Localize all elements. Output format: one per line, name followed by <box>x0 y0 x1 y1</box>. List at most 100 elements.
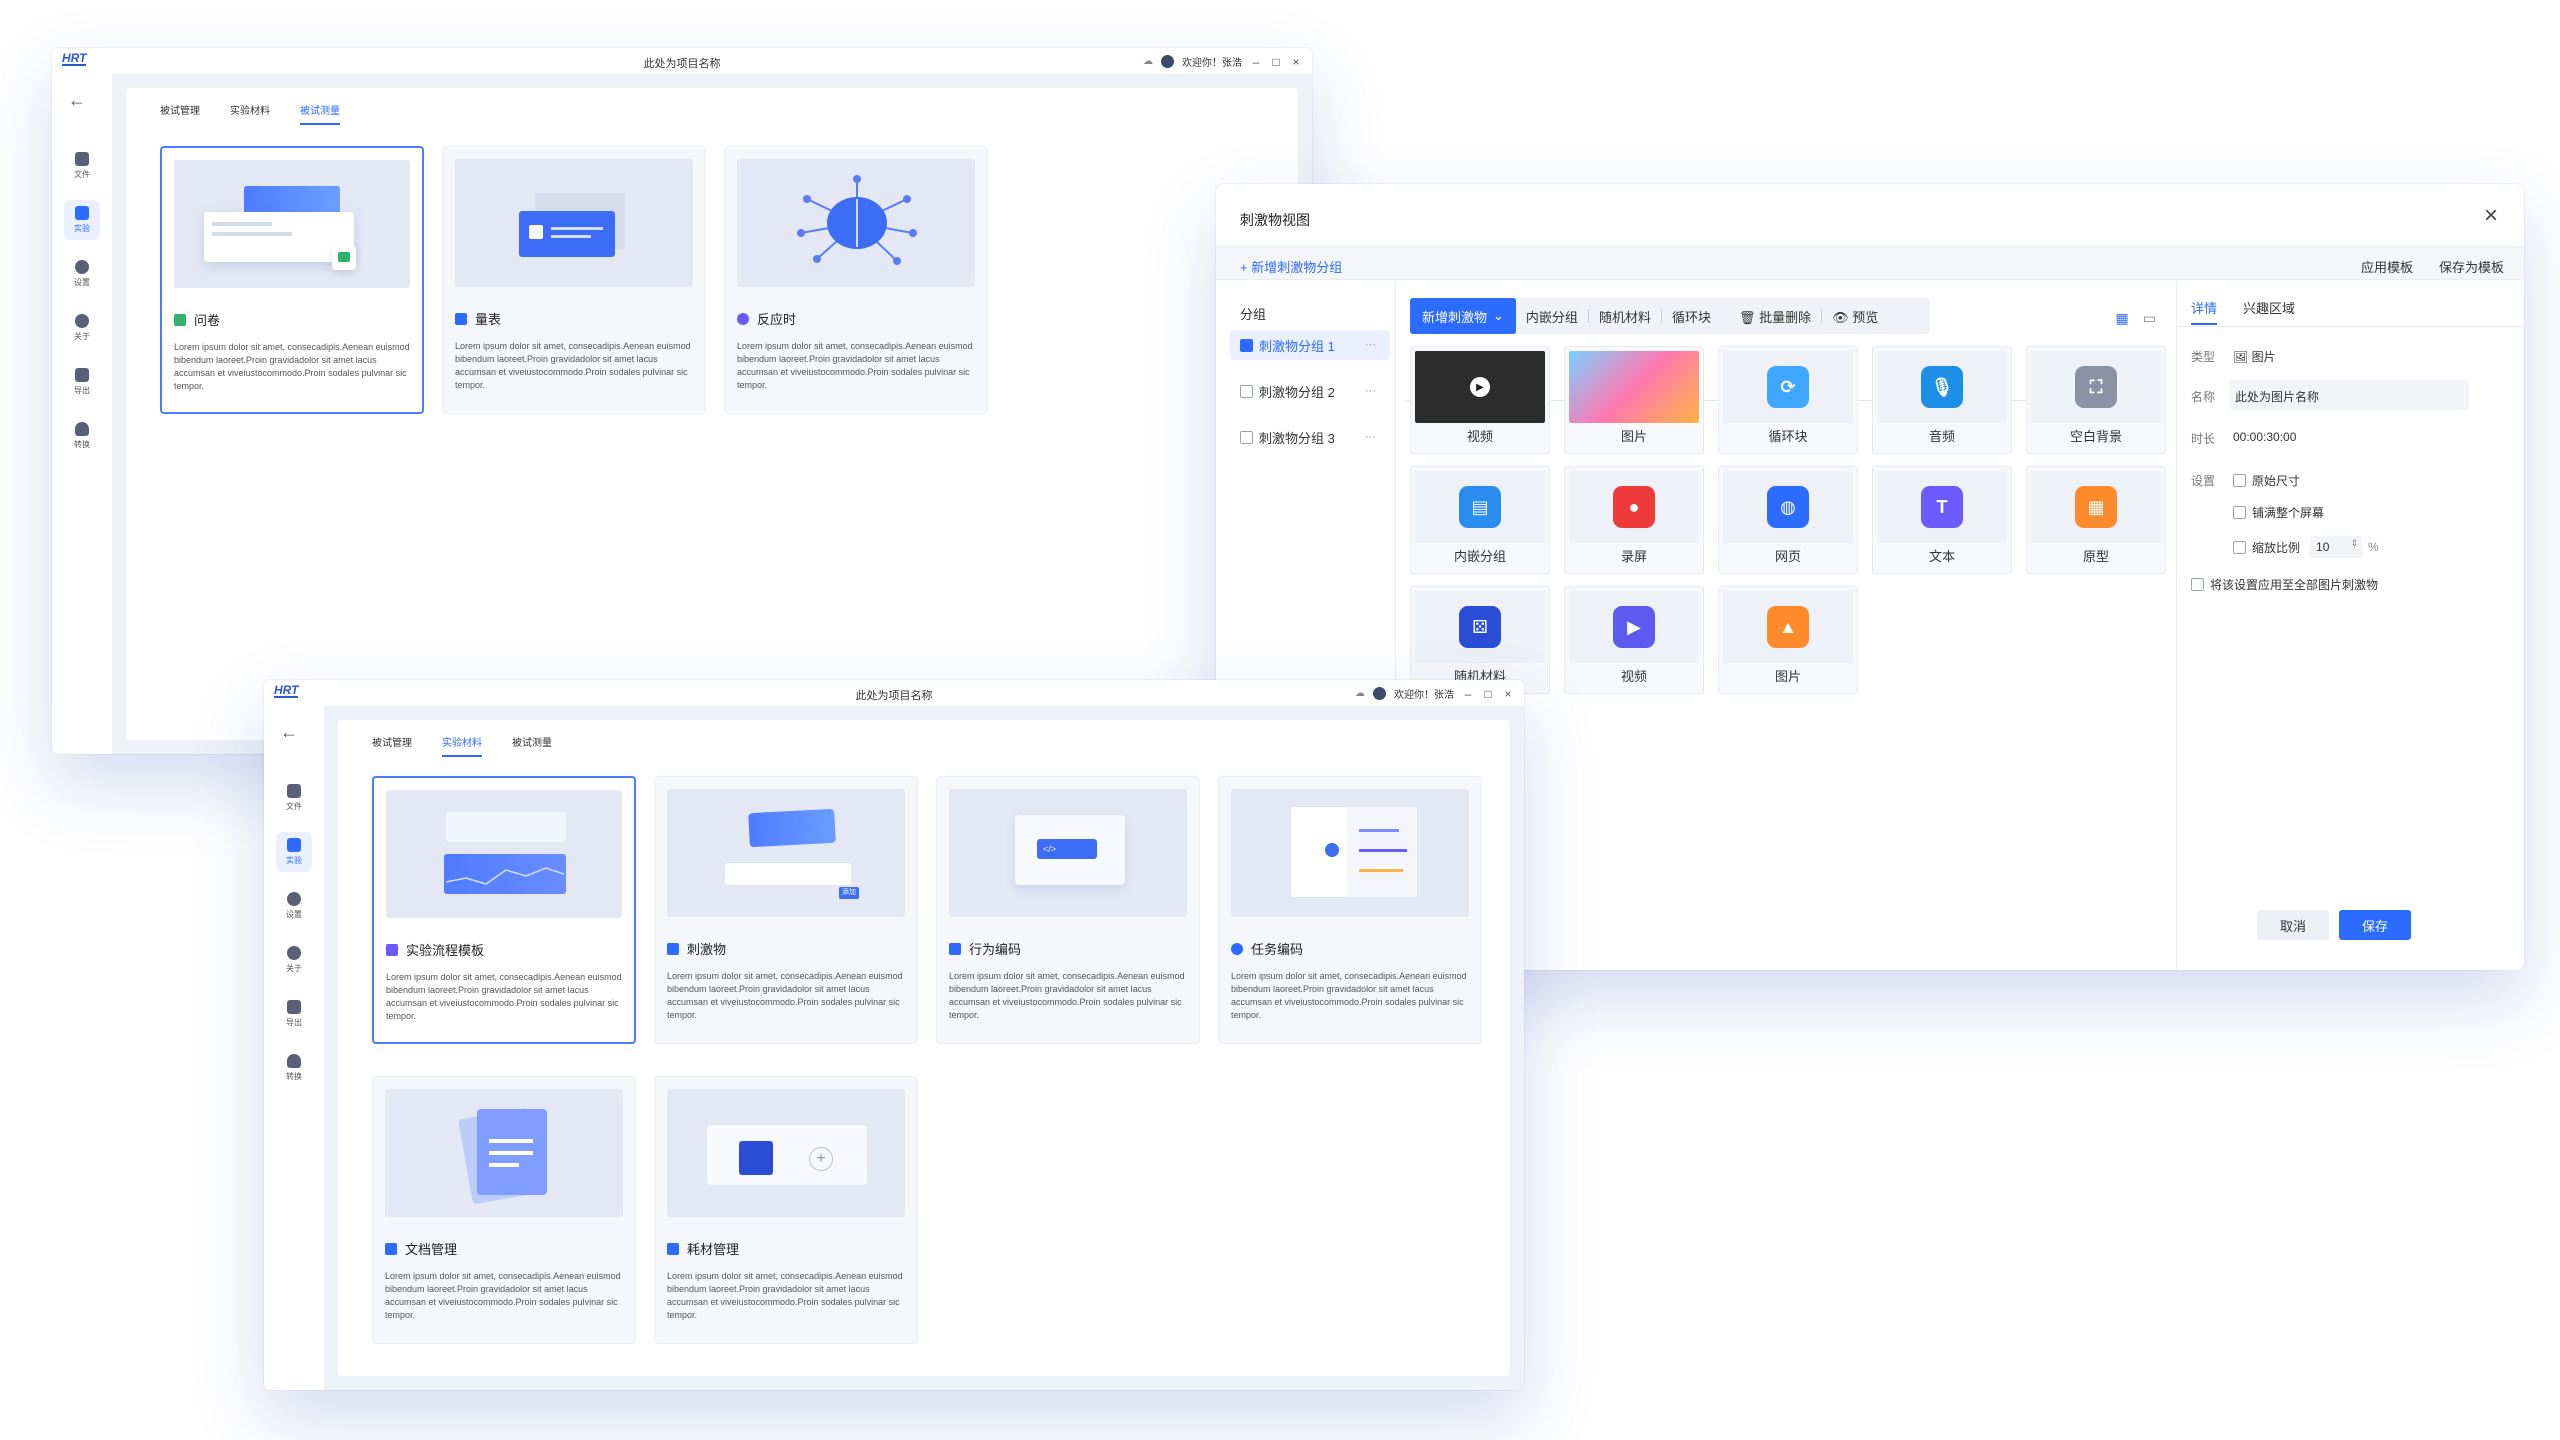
nav-item-convert[interactable]: 转换 <box>64 416 100 456</box>
more-icon[interactable]: ··· <box>1365 339 1376 351</box>
document-illustration <box>385 1089 623 1217</box>
welcome-text: 欢迎你！张浩 <box>1182 58 1242 69</box>
nav-item-export[interactable]: 导出 <box>276 994 312 1034</box>
card-behavior-coding[interactable]: </> 行为编码 Lorem ipsum dolor sit amet, con… <box>936 776 1200 1044</box>
tile-image[interactable]: 图片 <box>1564 346 1704 454</box>
duration-value[interactable]: 00:00:30:00 <box>2233 430 2296 444</box>
close-icon[interactable]: × <box>2484 202 2498 230</box>
option-scale[interactable]: 缩放比例 10 ⇕ % <box>2233 536 2379 558</box>
card-task-coding[interactable]: 任务编码 Lorem ipsum dolor sit amet, conseca… <box>1218 776 1482 1044</box>
card-questionnaire[interactable]: 问卷 Lorem ipsum dolor sit amet, consecadi… <box>160 146 424 414</box>
card-title: 耗材管理 <box>687 1242 740 1257</box>
eye-icon: 👁 <box>1832 309 1849 325</box>
nav-item-experiment[interactable]: 实验 <box>64 200 100 240</box>
close-icon[interactable]: × <box>1502 687 1514 701</box>
tile-webpage[interactable]: ◍ 网页 <box>1718 466 1858 574</box>
tile-prototype[interactable]: ▦ 原型 <box>2026 466 2166 574</box>
tab-experiment-materials[interactable]: 实验材料 <box>230 102 270 125</box>
batch-delete-button[interactable]: 🗑 批量删除 <box>1729 307 1821 326</box>
list-view-icon[interactable]: ▭ <box>2143 310 2156 327</box>
preview-button[interactable]: 👁 预览 <box>1822 307 1888 326</box>
cancel-button[interactable]: 取消 <box>2257 910 2329 940</box>
save-button[interactable]: 保存 <box>2339 910 2411 940</box>
brain-icon <box>797 175 917 265</box>
tile-image[interactable]: ▲ 图片 <box>1718 586 1858 694</box>
card-scale[interactable]: 量表 Lorem ipsum dolor sit amet, consecadi… <box>442 146 706 414</box>
add-group-button[interactable]: + 新增刺激物分组 <box>1240 257 1342 276</box>
back-arrow-icon[interactable]: ← <box>280 722 298 743</box>
home-icon <box>75 152 89 166</box>
nav-item-settings[interactable]: 设置 <box>64 254 100 294</box>
card-consumables-management[interactable]: + 耗材管理 Lorem ipsum dolor sit amet, conse… <box>654 1076 918 1344</box>
cloud-icon[interactable]: ☁ <box>1355 688 1365 699</box>
card-description: Lorem ipsum dolor sit amet, consecadipis… <box>386 972 622 1021</box>
checkbox[interactable] <box>2191 578 2204 591</box>
tile-video[interactable]: ▶ 视频 <box>1410 346 1550 454</box>
minimize-icon[interactable]: – <box>1250 55 1262 69</box>
tab-subject-management[interactable]: 被试管理 <box>372 734 412 757</box>
tile-screen-record[interactable]: ● 录屏 <box>1564 466 1704 574</box>
checkbox[interactable] <box>2233 506 2246 519</box>
checkbox[interactable] <box>2233 474 2246 487</box>
nav-item-settings[interactable]: 设置 <box>276 886 312 926</box>
card-reaction-time[interactable]: 反应时 Lorem ipsum dolor sit amet, consecad… <box>724 146 988 414</box>
card-document-management[interactable]: 文档管理 Lorem ipsum dolor sit amet, conseca… <box>372 1076 636 1344</box>
maximize-icon[interactable]: □ <box>1482 687 1494 701</box>
main-content: 被试管理 实验材料 被试测量 问卷 Lorem ipsum dolor sit … <box>112 74 1312 754</box>
checkbox[interactable] <box>1240 338 1253 352</box>
more-icon[interactable]: ··· <box>1365 385 1376 397</box>
minimize-icon[interactable]: – <box>1462 687 1474 701</box>
tab-subject-measurement[interactable]: 被试测量 <box>300 102 340 125</box>
tile-text[interactable]: T 文本 <box>1872 466 2012 574</box>
group-item[interactable]: 刺激物分组 1 ··· <box>1230 330 1390 360</box>
tile-loop-block[interactable]: ⟳ 循环块 <box>1718 346 1858 454</box>
name-input[interactable]: 此处为图片名称 <box>2229 380 2469 410</box>
add-stimulus-button[interactable]: 新增刺激物 ⌄ <box>1410 298 1516 334</box>
checkbox[interactable] <box>1240 430 1253 444</box>
checkbox[interactable] <box>1240 384 1253 398</box>
avatar[interactable] <box>1161 55 1174 68</box>
maximize-icon[interactable]: □ <box>1270 55 1282 69</box>
group-item[interactable]: 刺激物分组 2 ··· <box>1230 376 1390 406</box>
tab-interest-area[interactable]: 兴趣区域 <box>2243 298 2295 325</box>
option-original-size[interactable]: 原始尺寸 <box>2233 472 2300 489</box>
embed-group-button[interactable]: 内嵌分组 <box>1516 307 1588 326</box>
tab-subject-measurement[interactable]: 被试测量 <box>512 734 552 757</box>
nav-item-convert[interactable]: 转换 <box>276 1048 312 1088</box>
loop-block-button[interactable]: 循环块 <box>1662 307 1721 326</box>
tile-random-material[interactable]: ⚄ 随机材料 <box>1410 586 1550 694</box>
nav-item-about[interactable]: 关于 <box>64 308 100 348</box>
tile-audio[interactable]: 🎙 音频 <box>1872 346 2012 454</box>
checkbox[interactable] <box>2233 540 2246 554</box>
tab-details[interactable]: 详情 <box>2191 298 2218 325</box>
back-arrow-icon[interactable]: ← <box>68 90 86 111</box>
grid-view-icon[interactable]: ▦ <box>2116 310 2129 327</box>
nav-item-experiment[interactable]: 实验 <box>276 832 312 872</box>
save-template-button[interactable]: 保存为模板 <box>2439 257 2504 276</box>
nav-item-export[interactable]: 导出 <box>64 362 100 402</box>
tile-embedded-group[interactable]: ▤ 内嵌分组 <box>1410 466 1550 574</box>
card-stimulus[interactable]: 添加 刺激物 Lorem ipsum dolor sit amet, conse… <box>654 776 918 1044</box>
avatar[interactable] <box>1373 687 1386 700</box>
close-icon[interactable]: × <box>1290 55 1302 69</box>
more-icon[interactable]: ··· <box>1365 431 1376 443</box>
option-apply-all[interactable]: 将该设置应用至全部图片刺激物 <box>2191 576 2378 593</box>
stepper-arrows-icon[interactable]: ⇕ <box>2350 538 2358 549</box>
cloud-icon[interactable]: ☁ <box>1143 56 1153 67</box>
option-fill-screen[interactable]: 铺满整个屏幕 <box>2233 504 2324 521</box>
card-experiment-template[interactable]: 实验流程模板 Lorem ipsum dolor sit amet, conse… <box>372 776 636 1044</box>
tile-blank-background[interactable]: ⛶ 空白背景 <box>2026 346 2166 454</box>
tab-experiment-materials[interactable]: 实验材料 <box>442 734 482 757</box>
nav-item-about[interactable]: 关于 <box>276 940 312 980</box>
scale-stepper[interactable]: 10 ⇕ <box>2310 536 2363 558</box>
group-item[interactable]: 刺激物分组 3 ··· <box>1230 422 1390 452</box>
info-icon <box>75 314 89 328</box>
nav-item-file[interactable]: 文件 <box>64 146 100 186</box>
nav-item-file[interactable]: 文件 <box>276 778 312 818</box>
random-material-button[interactable]: 随机材料 <box>1589 307 1661 326</box>
apply-template-button[interactable]: 应用模板 <box>2361 257 2413 276</box>
code-icon <box>949 942 961 955</box>
tile-video[interactable]: ▶ 视频 <box>1564 586 1704 694</box>
tab-subject-management[interactable]: 被试管理 <box>160 102 200 125</box>
type-label: 类型 <box>2191 350 2216 364</box>
